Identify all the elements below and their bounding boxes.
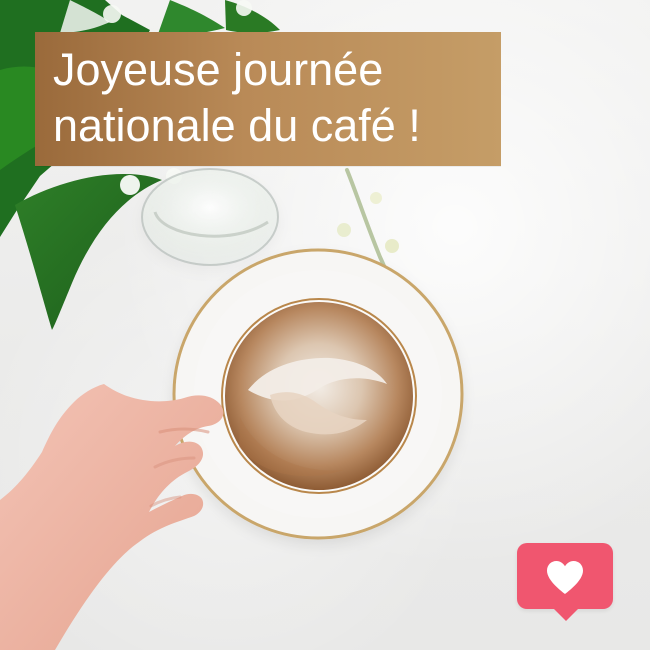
headline-line-2: nationale du café !: [53, 100, 421, 151]
headline-line-1: Joyeuse journée: [53, 44, 384, 95]
coffee-cup: [221, 298, 417, 494]
hand: [0, 384, 224, 650]
headline-banner: Joyeuse journée nationale du café !: [35, 32, 501, 166]
coffee-post: Joyeuse journée nationale du café !: [0, 0, 650, 650]
heart-icon: [547, 561, 583, 594]
like-button[interactable]: [517, 543, 613, 621]
